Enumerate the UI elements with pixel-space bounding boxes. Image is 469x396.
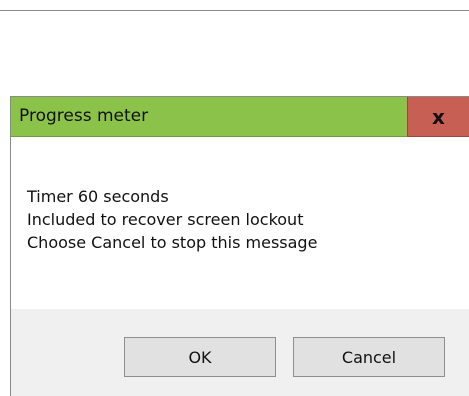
window-edge-line (0, 10, 469, 11)
close-icon: x (432, 104, 445, 129)
dialog-content: Timer 60 seconds Included to recover scr… (11, 137, 469, 309)
ok-button[interactable]: OK (124, 337, 276, 377)
message-line-timer: Timer 60 seconds (27, 187, 169, 206)
progress-dialog: Progress meter x Timer 60 seconds Includ… (10, 96, 469, 396)
dialog-title-bar[interactable]: Progress meter (11, 97, 407, 137)
dialog-message: Timer 60 seconds Included to recover scr… (27, 185, 317, 254)
screen: Progress meter x Timer 60 seconds Includ… (0, 0, 469, 396)
message-line-recover: Included to recover screen lockout (27, 210, 304, 229)
close-button[interactable]: x (407, 97, 469, 137)
dialog-title: Progress meter (19, 106, 149, 126)
message-line-cancel: Choose Cancel to stop this message (27, 233, 318, 252)
cancel-button[interactable]: Cancel (293, 337, 445, 377)
